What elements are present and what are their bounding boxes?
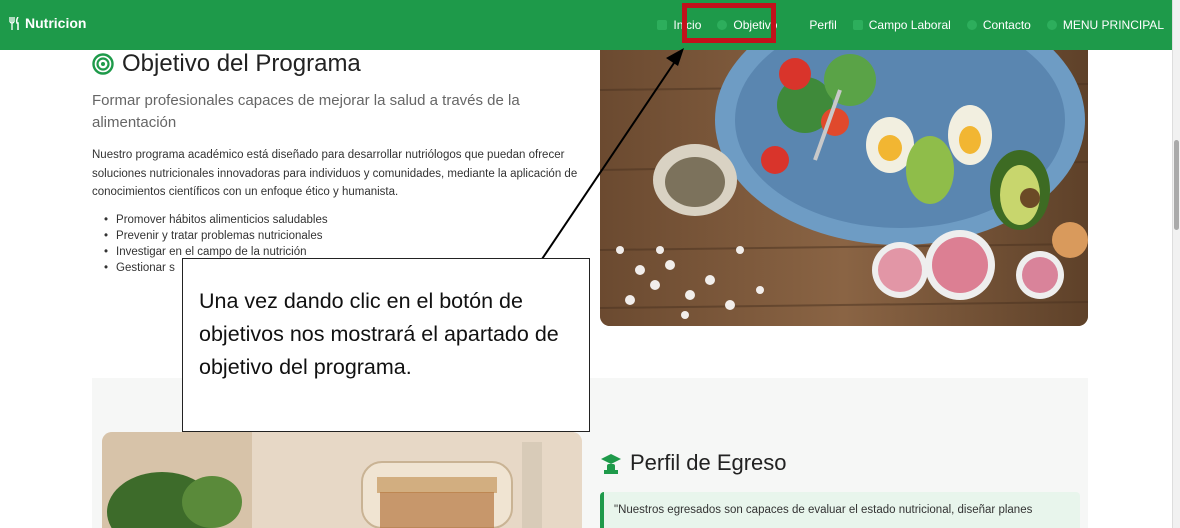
nav-item-campo-laboral[interactable]: Campo Laboral [845, 0, 959, 50]
user-icon [793, 20, 803, 30]
top-navbar: Nutricion Inicio Objetivo Perfil Campo L… [0, 0, 1172, 50]
graduate-icon [601, 454, 621, 474]
profile-title: Perfil de Egreso [600, 450, 787, 476]
scrollbar-thumb[interactable] [1174, 140, 1179, 230]
location-icon [1046, 20, 1057, 30]
nav-item-contacto[interactable]: Contacto [959, 0, 1039, 50]
list-item: Prevenir y tratar problemas nutricionale… [104, 228, 328, 244]
objective-title: Objetivo del Programa [92, 50, 361, 78]
briefcase-icon [852, 20, 863, 30]
nav-item-label: Campo Laboral [868, 18, 951, 32]
objective-description: Nuestro programa académico está diseñado… [92, 149, 578, 198]
target-icon [92, 53, 114, 75]
nav-item-label: Perfil [809, 18, 837, 32]
objective-subtitle: Formar profesionales capaces de mejorar … [92, 92, 520, 131]
nav-item-menu-principal[interactable]: MENU PRINCIPAL [1039, 0, 1172, 50]
home-icon [657, 20, 668, 30]
scrollbar[interactable] [1172, 0, 1180, 528]
profile-quote: "Nuestros egresados son capaces de evalu… [600, 492, 1080, 528]
objective-title-text: Objetivo del Programa [122, 50, 361, 77]
healthy-food-image [600, 50, 1088, 326]
nav-item-perfil[interactable]: Perfil [785, 0, 844, 50]
location-icon [966, 20, 977, 30]
jar-food-image [102, 432, 582, 528]
utensils-icon [9, 16, 19, 30]
annotation-callout: Una vez dando clic en el botón de objeti… [182, 258, 590, 432]
nav-item-label: MENU PRINCIPAL [1062, 18, 1164, 32]
profile-title-text: Perfil de Egreso [630, 450, 787, 475]
list-item: Promover hábitos alimenticios saludables [104, 212, 328, 228]
objetivo-highlight-box [682, 3, 776, 43]
brand-name: Nutricion [25, 15, 87, 31]
nav-item-label: Contacto [982, 18, 1031, 32]
brand-logo[interactable]: Nutricion [8, 15, 86, 31]
